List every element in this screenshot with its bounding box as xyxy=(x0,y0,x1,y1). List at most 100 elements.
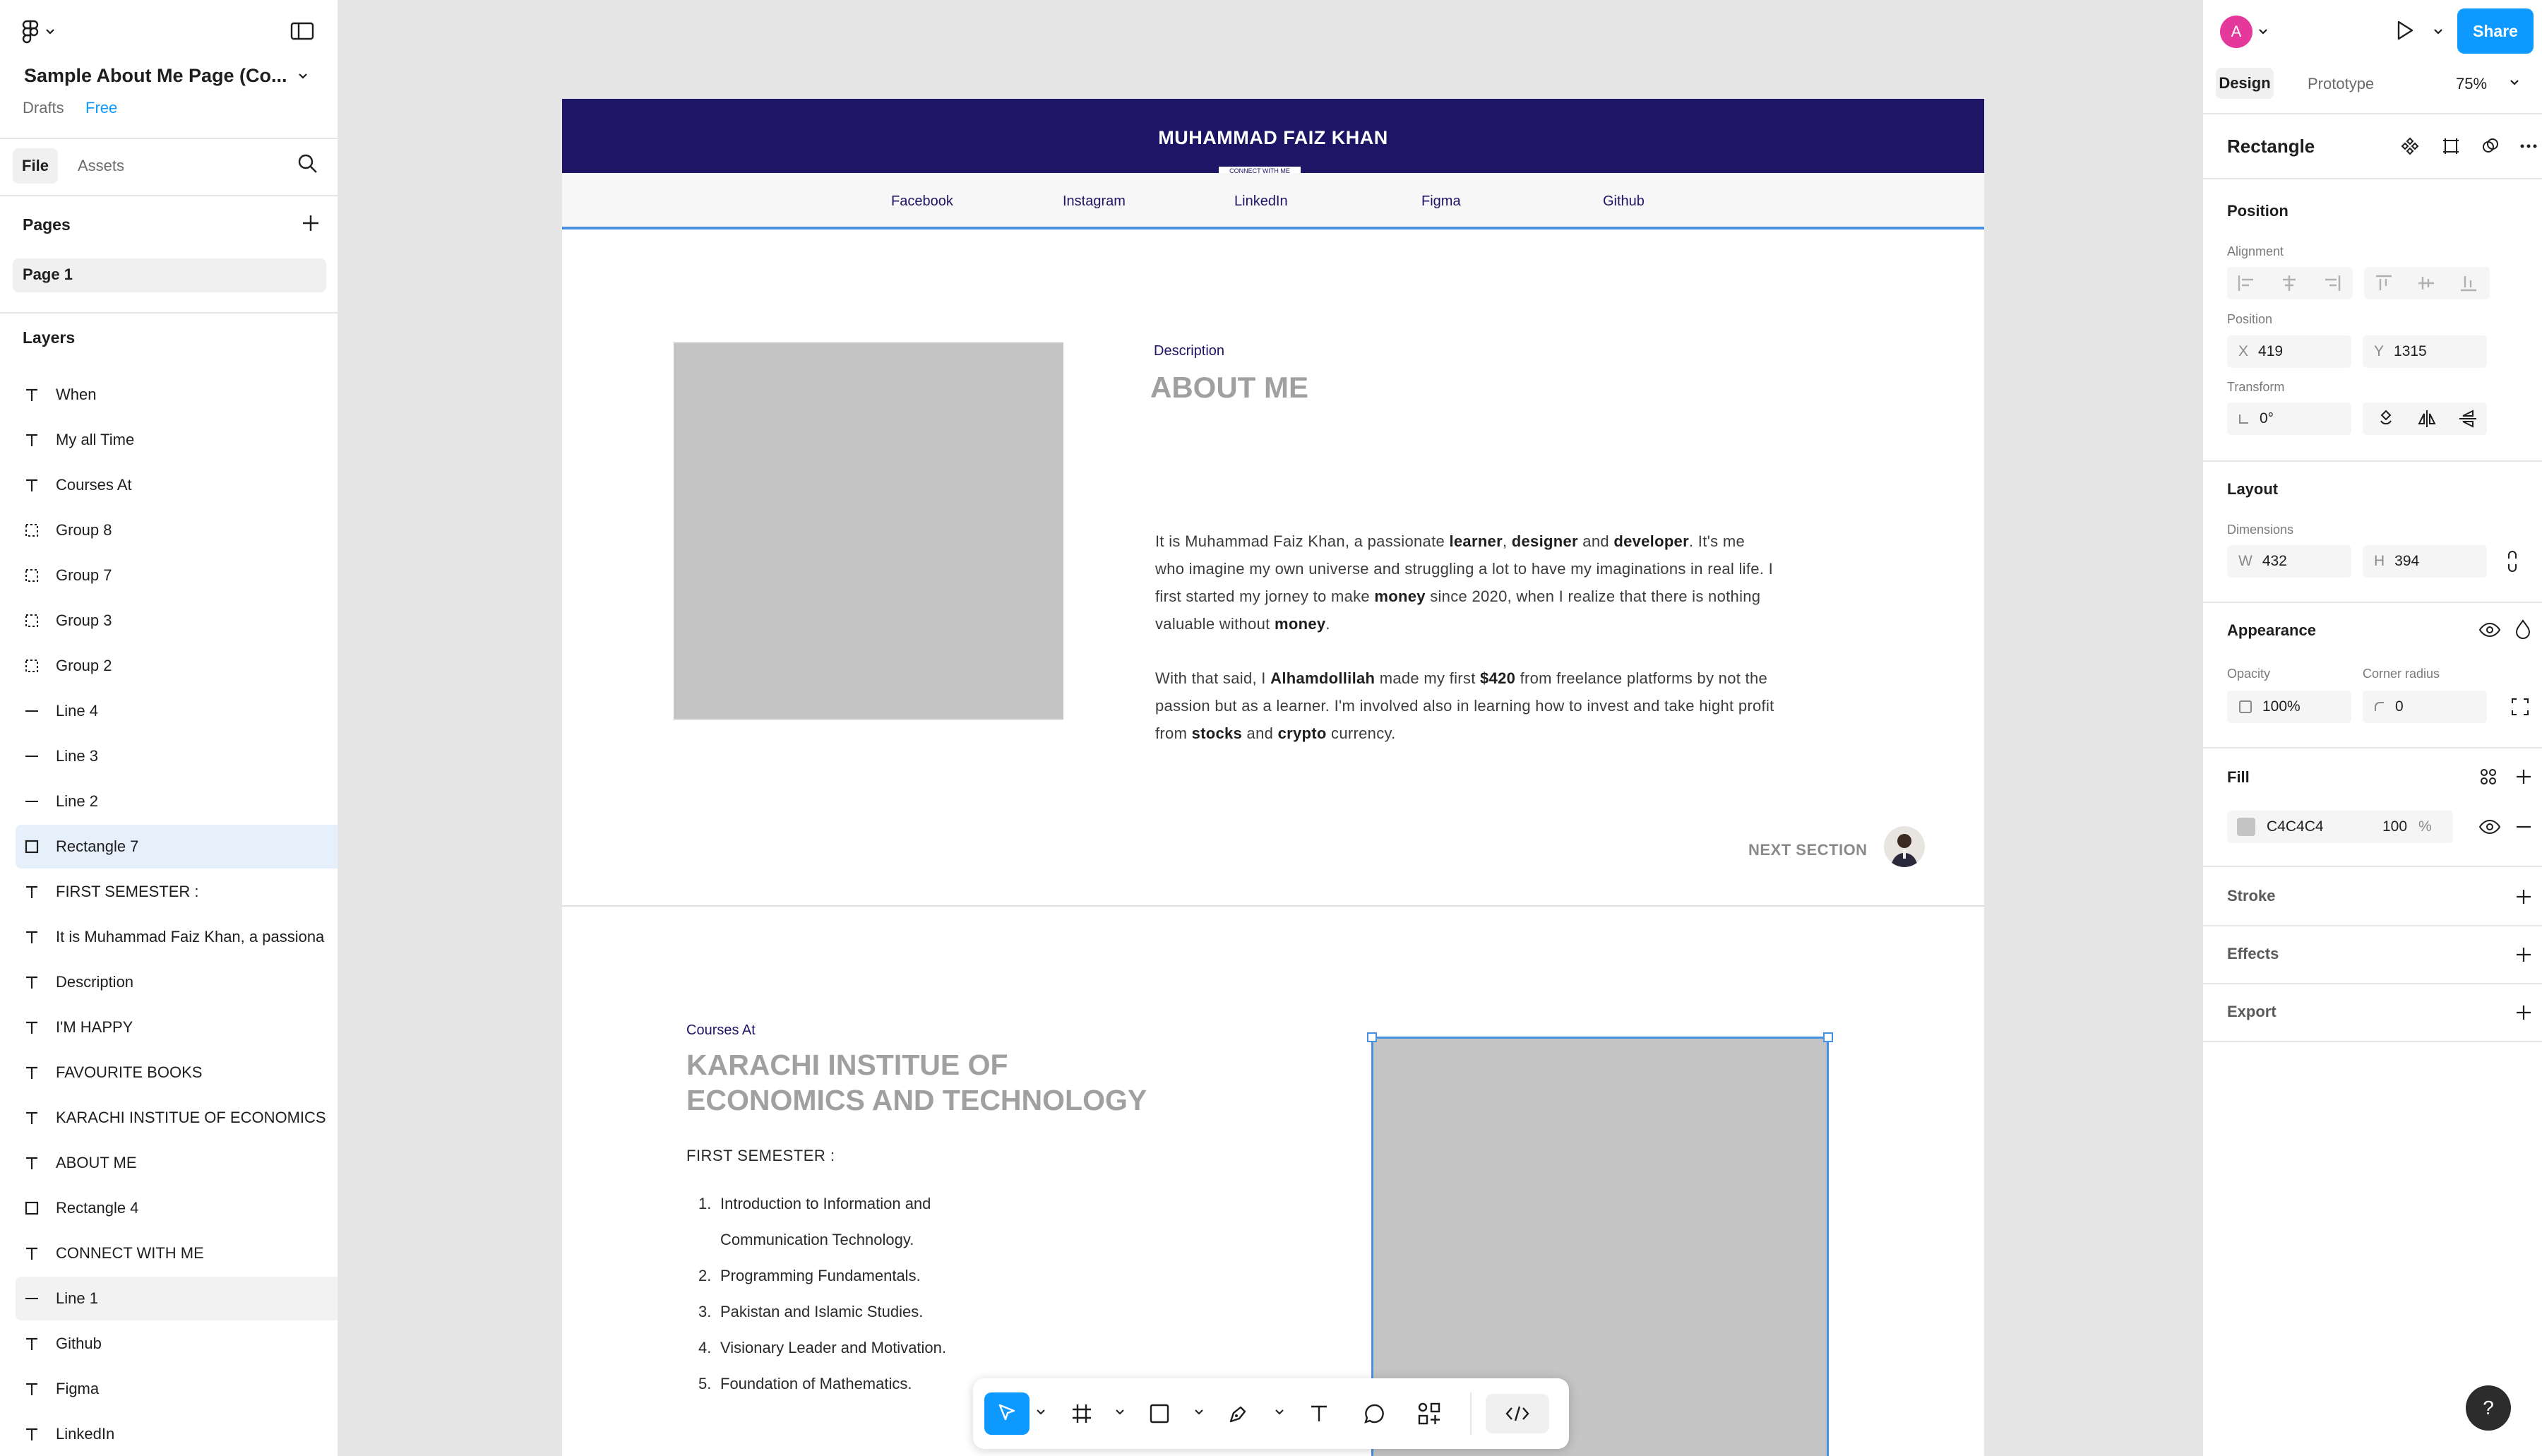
align-center-vertical-icon[interactable] xyxy=(2416,274,2436,292)
chevron-down-icon[interactable] xyxy=(2433,28,2443,35)
flip-vertical-icon[interactable] xyxy=(2457,408,2478,429)
layer-item[interactable]: Group 2 xyxy=(0,644,338,688)
chevron-down-icon[interactable] xyxy=(1193,1407,1205,1418)
present-button[interactable] xyxy=(2392,18,2419,45)
selection-handle[interactable] xyxy=(1823,1032,1833,1042)
align-center-horizontal-icon[interactable] xyxy=(2279,274,2299,292)
align-top-icon[interactable] xyxy=(2374,274,2394,292)
next-section-link[interactable]: NEXT SECTION xyxy=(1748,841,1868,859)
align-left-icon[interactable] xyxy=(2237,274,2257,292)
chevron-down-icon[interactable] xyxy=(2258,28,2268,35)
rotation-field[interactable]: 0° xyxy=(2227,402,2351,435)
nav-link-figma[interactable]: Figma xyxy=(1421,193,1461,210)
avatar[interactable] xyxy=(1884,826,1925,867)
layer-item[interactable]: ABOUT ME xyxy=(0,1141,338,1185)
constrain-proportions-icon[interactable] xyxy=(2505,549,2519,573)
nav-link-github[interactable]: Github xyxy=(1603,193,1645,210)
styles-icon[interactable] xyxy=(2478,767,2498,787)
layer-item[interactable]: Line 3 xyxy=(0,734,338,778)
chevron-down-icon[interactable] xyxy=(1035,1407,1046,1418)
layer-item[interactable]: When xyxy=(0,373,338,417)
layer-item[interactable]: My all Time xyxy=(0,418,338,462)
nav-link-instagram[interactable]: Instagram xyxy=(1063,193,1126,210)
move-tool-button[interactable] xyxy=(984,1392,1030,1435)
component-button[interactable] xyxy=(2395,131,2425,161)
rotate-icon[interactable] xyxy=(2375,408,2397,429)
layer-item[interactable]: It is Muhammad Faiz Khan, a passiona xyxy=(0,915,338,959)
about-me-frame[interactable]: MUHAMMAD FAIZ KHAN CONNECT WITH ME Faceb… xyxy=(562,99,1984,1456)
share-button[interactable]: Share xyxy=(2457,8,2534,54)
search-button[interactable] xyxy=(297,153,322,178)
layer-item[interactable]: Group 3 xyxy=(0,599,338,643)
layer-item[interactable]: Courses At xyxy=(0,463,338,507)
export-section-title[interactable]: Export xyxy=(2227,1003,2277,1021)
selection-handle[interactable] xyxy=(1367,1032,1377,1042)
tab-prototype[interactable]: Prototype xyxy=(2308,75,2374,93)
tab-file[interactable]: File xyxy=(13,148,58,184)
layer-item[interactable]: Line 1 xyxy=(16,1277,338,1320)
layer-item[interactable]: Group 7 xyxy=(0,554,338,597)
layer-item[interactable]: I'M HAPPY xyxy=(0,1006,338,1049)
dev-mode-button[interactable] xyxy=(1486,1394,1549,1433)
shape-tool-button[interactable] xyxy=(1140,1394,1179,1433)
blend-mode-icon[interactable] xyxy=(2514,619,2532,640)
frame-tool-button[interactable] xyxy=(1062,1394,1102,1433)
height-field[interactable]: H 394 xyxy=(2363,545,2487,578)
effects-section-title[interactable]: Effects xyxy=(2227,945,2279,963)
fill-row[interactable]: C4C4C4 100 % xyxy=(2227,811,2453,843)
layer-item[interactable]: Description xyxy=(0,960,338,1004)
main-menu-button[interactable] xyxy=(21,18,66,45)
text-tool-button[interactable] xyxy=(1299,1394,1339,1433)
plus-icon[interactable] xyxy=(2514,1003,2534,1022)
chevron-down-icon[interactable] xyxy=(298,73,308,80)
tab-design[interactable]: Design xyxy=(2216,68,2274,99)
width-field[interactable]: W 432 xyxy=(2227,545,2351,578)
minus-icon[interactable] xyxy=(2514,817,2534,837)
y-position-field[interactable]: Y 1315 xyxy=(2363,335,2487,368)
plus-icon[interactable] xyxy=(2514,887,2534,907)
layer-item[interactable]: Group 8 xyxy=(0,508,338,552)
nav-link-linkedin[interactable]: LinkedIn xyxy=(1234,193,1288,210)
more-options-button[interactable] xyxy=(2514,131,2542,161)
layer-item[interactable]: Rectangle 4 xyxy=(0,1186,338,1230)
layer-item[interactable]: LinkedIn xyxy=(0,1412,338,1456)
corner-radius-field[interactable]: 0 xyxy=(2363,691,2487,723)
user-avatar[interactable]: A xyxy=(2220,16,2252,48)
layer-item[interactable]: FAVOURITE BOOKS xyxy=(0,1051,338,1094)
layer-item[interactable]: Rectangle 7 xyxy=(16,825,338,869)
site-header[interactable]: MUHAMMAD FAIZ KHAN CONNECT WITH ME xyxy=(562,99,1984,175)
stroke-section-title[interactable]: Stroke xyxy=(2227,887,2275,905)
tab-assets[interactable]: Assets xyxy=(78,157,124,175)
layer-item[interactable]: KARACHI INSTITUE OF ECONOMICS xyxy=(0,1096,338,1140)
add-page-button[interactable] xyxy=(299,212,323,236)
layer-item[interactable]: FIRST SEMESTER : xyxy=(0,870,338,914)
chevron-down-icon[interactable] xyxy=(1114,1407,1126,1418)
fill-swatch[interactable] xyxy=(2237,818,2255,836)
pen-tool-button[interactable] xyxy=(1219,1394,1258,1433)
plus-icon[interactable] xyxy=(2514,945,2534,965)
independent-corners-icon[interactable] xyxy=(2511,698,2529,716)
plus-icon[interactable] xyxy=(2514,767,2534,787)
chevron-down-icon[interactable] xyxy=(2510,79,2519,86)
mask-button[interactable] xyxy=(2436,131,2466,161)
chevron-down-icon[interactable] xyxy=(1274,1407,1285,1418)
boolean-button[interactable] xyxy=(2476,131,2505,161)
layer-item[interactable]: Figma xyxy=(0,1367,338,1411)
zoom-level[interactable]: 75% xyxy=(2456,75,2487,93)
layer-item[interactable]: Line 4 xyxy=(0,689,338,733)
x-position-field[interactable]: X 419 xyxy=(2227,335,2351,368)
eye-icon[interactable] xyxy=(2478,817,2501,837)
comment-tool-button[interactable] xyxy=(1354,1394,1394,1433)
file-title[interactable]: Sample About Me Page (Co... xyxy=(24,65,287,87)
align-right-icon[interactable] xyxy=(2322,274,2341,292)
actions-tool-button[interactable] xyxy=(1409,1394,1449,1433)
nav-link-facebook[interactable]: Facebook xyxy=(891,193,953,210)
plan-badge[interactable]: Free xyxy=(85,99,117,117)
help-button[interactable]: ? xyxy=(2466,1385,2511,1431)
align-bottom-icon[interactable] xyxy=(2459,274,2478,292)
layer-item[interactable]: Line 2 xyxy=(0,780,338,823)
about-image-placeholder[interactable] xyxy=(674,342,1063,720)
file-location[interactable]: Drafts xyxy=(23,99,64,117)
layer-item[interactable]: CONNECT WITH ME xyxy=(0,1231,338,1275)
toggle-sidebar-button[interactable] xyxy=(290,20,318,44)
